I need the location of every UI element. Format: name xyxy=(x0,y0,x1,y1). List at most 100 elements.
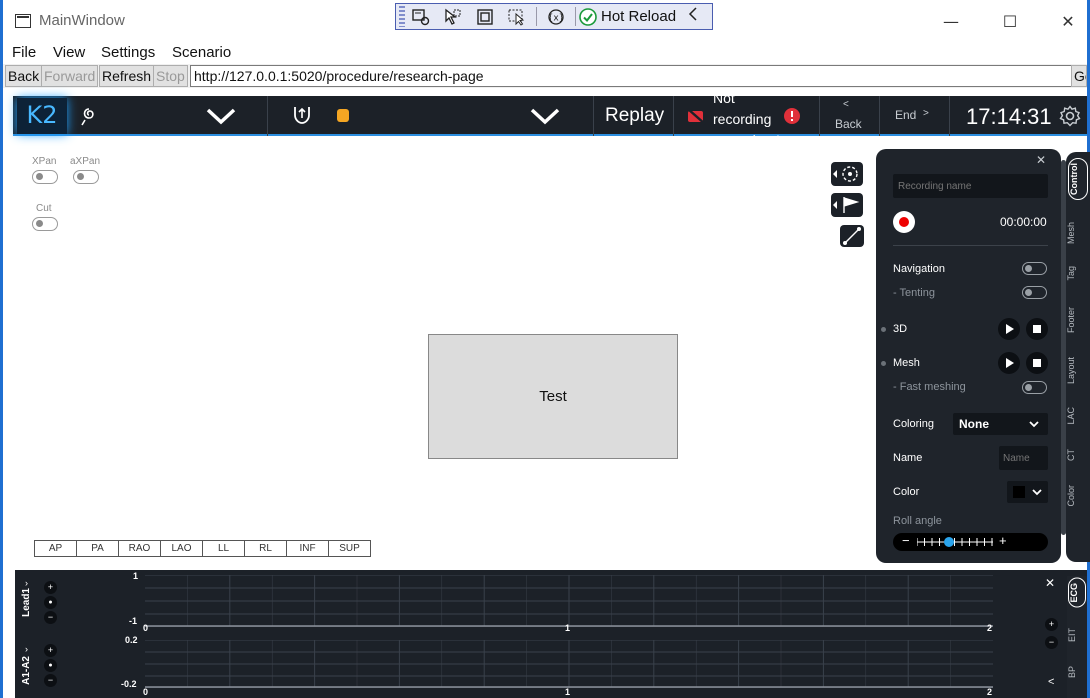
maximize-button[interactable]: ☐ xyxy=(987,8,1033,36)
minimize-button[interactable]: — xyxy=(928,8,974,36)
close-button[interactable]: ✕ xyxy=(1045,8,1090,36)
tab-ct[interactable]: CT xyxy=(1066,449,1090,461)
lead1-label[interactable]: Lead1 xyxy=(21,588,32,617)
track-focused-element-icon[interactable] xyxy=(501,5,533,28)
go-button[interactable]: Go xyxy=(1071,65,1087,87)
tenting-toggle[interactable] xyxy=(1022,286,1047,299)
menu-view[interactable]: View xyxy=(53,44,85,61)
mesh-stop-button[interactable] xyxy=(1026,352,1048,374)
chevron-right-icon[interactable]: › xyxy=(25,578,28,588)
lead1-x-tick-2: 2 xyxy=(987,623,993,633)
ecg-close-icon[interactable]: ✕ xyxy=(1045,576,1055,590)
chevron-down-icon[interactable] xyxy=(205,106,237,131)
view-button-ap[interactable]: AP xyxy=(34,540,77,557)
url-input[interactable] xyxy=(190,65,1072,87)
flag-button[interactable] xyxy=(831,193,863,217)
toolbar-grip-icon[interactable] xyxy=(399,6,405,27)
3d-stop-button[interactable] xyxy=(1026,318,1048,340)
tab-tag[interactable]: Tag xyxy=(1066,266,1090,281)
roll-plus-button[interactable]: + xyxy=(999,533,1007,548)
chevron-right-icon[interactable]: › xyxy=(25,644,28,654)
pump-icon[interactable] xyxy=(291,104,313,131)
axpan-toggle[interactable] xyxy=(73,170,99,184)
rotate-view-button[interactable] xyxy=(831,162,863,186)
warning-icon xyxy=(783,107,801,130)
record-button[interactable] xyxy=(893,211,915,233)
test-box[interactable]: Test xyxy=(428,334,678,459)
3d-play-button[interactable] xyxy=(998,318,1020,340)
name-input[interactable] xyxy=(999,446,1048,470)
svg-text:{x}: {x} xyxy=(548,13,565,23)
refresh-button[interactable]: Refresh xyxy=(99,65,155,87)
tab-control[interactable]: Control xyxy=(1068,158,1088,200)
tab-mesh[interactable]: Mesh xyxy=(1066,222,1090,244)
roll-angle-slider[interactable]: − + xyxy=(893,533,1048,551)
ecg-zoom-in-button[interactable]: + xyxy=(1045,618,1058,631)
measure-tool-button[interactable] xyxy=(840,225,864,247)
menu-file[interactable]: File xyxy=(12,44,36,61)
bullet-icon xyxy=(881,361,886,366)
tab-ecg[interactable]: ECG xyxy=(1068,578,1086,608)
menu-settings[interactable]: Settings xyxy=(101,44,155,61)
xpan-toggle[interactable] xyxy=(32,170,58,184)
tab-lac[interactable]: LAC xyxy=(1066,407,1090,425)
hot-reload-toolbar: {x} Hot Reload xyxy=(395,3,713,30)
roll-minus-button[interactable]: − xyxy=(902,533,910,548)
back-arrow-icon[interactable]: < xyxy=(843,99,849,110)
lead2-zoom-in-button[interactable]: + xyxy=(44,644,57,657)
recording-name-input[interactable] xyxy=(893,174,1048,198)
gear-icon[interactable] xyxy=(1059,105,1081,132)
tab-bp[interactable]: BP xyxy=(1067,666,1087,678)
lead2-reset-button[interactable]: ● xyxy=(44,659,57,672)
menu-scenario[interactable]: Scenario xyxy=(172,44,231,61)
view-buttons: AP PA RAO LAO LL RL INF SUP xyxy=(34,540,371,557)
chevron-down-icon[interactable] xyxy=(529,106,561,131)
lead2-x-tick-1: 1 xyxy=(565,687,571,697)
mesh-play-button[interactable] xyxy=(998,352,1020,374)
navigation-toggle[interactable] xyxy=(1022,262,1047,275)
cut-toggle[interactable] xyxy=(32,217,58,231)
lead2-label[interactable]: A1-A2 xyxy=(21,656,32,685)
select-element-icon[interactable] xyxy=(437,5,469,28)
view-button-rao[interactable]: RAO xyxy=(118,540,161,557)
display-layout-adorners-icon[interactable] xyxy=(469,5,501,28)
fast-meshing-toggle[interactable] xyxy=(1022,381,1047,394)
replay-button[interactable]: Replay xyxy=(605,105,664,127)
back-button[interactable]: Back xyxy=(5,65,43,87)
lead1-zoom-in-button[interactable]: + xyxy=(44,581,57,594)
window-title: MainWindow xyxy=(39,12,125,29)
coloring-select[interactable]: None xyxy=(953,413,1048,435)
ecg-zoom-out-button[interactable]: − xyxy=(1045,636,1058,649)
mesh-label: Mesh xyxy=(893,357,920,369)
tab-footer[interactable]: Footer xyxy=(1066,307,1090,333)
color-picker[interactable] xyxy=(1007,481,1048,503)
lead2-zoom-out-button[interactable]: − xyxy=(44,674,57,687)
live-visual-tree-button[interactable] xyxy=(405,5,437,28)
hot-reload-label[interactable]: Hot Reload xyxy=(601,8,676,25)
view-button-rl[interactable]: RL xyxy=(244,540,287,557)
end-arrow-icon[interactable]: > xyxy=(923,108,929,119)
roll-angle-knob[interactable] xyxy=(943,537,954,547)
view-button-ll[interactable]: LL xyxy=(202,540,245,557)
collapse-toolbar-chevron-icon[interactable] xyxy=(688,6,698,27)
lead1-zoom-out-button[interactable]: − xyxy=(44,611,57,624)
3d-label: 3D xyxy=(893,323,908,335)
view-button-inf[interactable]: INF xyxy=(286,540,329,557)
view-button-lao[interactable]: LAO xyxy=(160,540,203,557)
divider xyxy=(893,245,1048,246)
tab-color[interactable]: Color xyxy=(1066,485,1090,507)
view-button-sup[interactable]: SUP xyxy=(328,540,371,557)
tab-eit[interactable]: EIT xyxy=(1067,628,1087,642)
close-icon[interactable]: ✕ xyxy=(1036,153,1046,167)
catheter-icon[interactable] xyxy=(79,106,99,133)
tab-layout[interactable]: Layout xyxy=(1066,357,1090,384)
ecg-collapse-icon[interactable]: < xyxy=(1048,676,1054,688)
step-end-button[interactable]: End xyxy=(895,108,916,122)
forward-button[interactable]: Forward xyxy=(41,65,99,87)
step-back-button[interactable]: Back xyxy=(835,117,862,131)
ecg-tab-bar: ECG EIT BP xyxy=(1067,576,1087,698)
stop-button[interactable]: Stop xyxy=(153,65,188,87)
lead1-reset-button[interactable]: ● xyxy=(44,596,57,609)
binding-failures-icon[interactable]: {x} xyxy=(540,5,572,28)
view-button-pa[interactable]: PA xyxy=(76,540,119,557)
